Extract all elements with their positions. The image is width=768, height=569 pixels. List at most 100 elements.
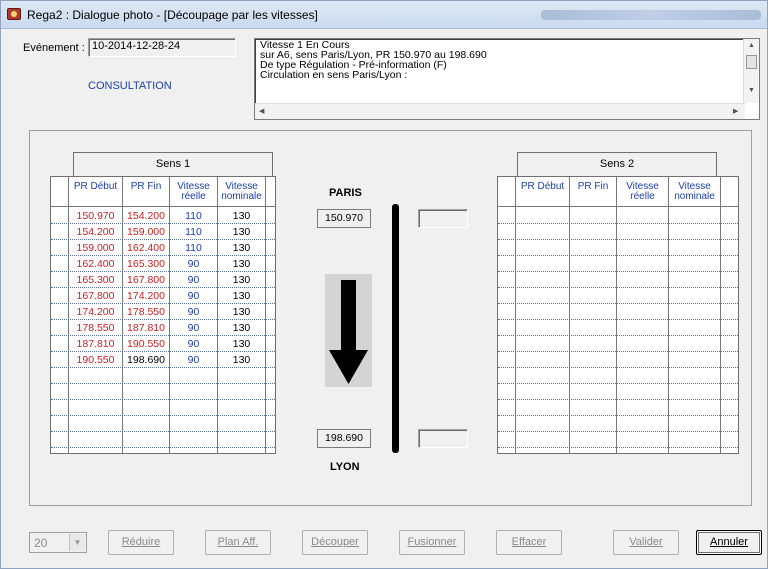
plan-aff-button-label: Plan Aff. bbox=[217, 536, 259, 548]
table-cell[interactable]: 90 bbox=[170, 320, 217, 336]
scroll-right-icon[interactable]: ▶ bbox=[733, 107, 738, 115]
grid-row-separator bbox=[51, 399, 275, 400]
table-cell[interactable]: 130 bbox=[218, 208, 265, 224]
pr-end-box: 198.690 bbox=[317, 429, 371, 448]
sens1-header: Sens 1 bbox=[73, 152, 273, 177]
scroll-left-icon[interactable]: ◀ bbox=[259, 107, 264, 115]
consultation-mode-label: CONSULTATION bbox=[88, 80, 172, 92]
table-cell[interactable]: 130 bbox=[218, 304, 265, 320]
table-cell[interactable]: 159.000 bbox=[123, 224, 169, 240]
table-cell[interactable]: 130 bbox=[218, 288, 265, 304]
grid-line bbox=[616, 177, 617, 453]
annuler-button[interactable]: Annuler bbox=[696, 530, 762, 555]
table-cell[interactable]: 167.800 bbox=[69, 288, 122, 304]
table-cell[interactable]: 110 bbox=[170, 208, 217, 224]
table-cell[interactable]: 165.300 bbox=[123, 256, 169, 272]
table-cell[interactable]: 150.970 bbox=[69, 208, 122, 224]
table-cell[interactable]: 130 bbox=[218, 224, 265, 240]
table-cell[interactable]: 162.400 bbox=[123, 240, 169, 256]
grid-row-separator bbox=[51, 383, 275, 384]
table-cell[interactable]: 130 bbox=[218, 240, 265, 256]
grid-row-separator bbox=[498, 255, 738, 256]
sens2-header: Sens 2 bbox=[517, 152, 717, 177]
grid-row-separator bbox=[498, 367, 738, 368]
table-cell[interactable]: 187.810 bbox=[69, 336, 122, 352]
valider-button[interactable]: Valider bbox=[613, 530, 679, 555]
decouper-button[interactable]: Découper bbox=[302, 530, 368, 555]
grid-row-separator bbox=[498, 319, 738, 320]
fusionner-button-label: Fusionner bbox=[407, 536, 457, 548]
grid-row-separator bbox=[498, 383, 738, 384]
effacer-button[interactable]: Effacer bbox=[496, 530, 562, 555]
table-cell[interactable]: 154.200 bbox=[123, 208, 169, 224]
sens1-grid[interactable]: PR Début PR Fin Vitesse réelle Vitesse nom… bbox=[50, 176, 276, 454]
table-cell[interactable]: 159.000 bbox=[69, 240, 122, 256]
table-cell[interactable]: 90 bbox=[170, 256, 217, 272]
col-pr-fin[interactable]: PR Fin bbox=[570, 182, 616, 192]
scroll-thumb[interactable] bbox=[746, 55, 757, 69]
title-bar: Rega2 : Dialogue photo - [Découpage par … bbox=[1, 1, 767, 29]
sens2-grid[interactable]: PR Début PR Fin Vitesse réelle Vitesse nom… bbox=[497, 176, 739, 454]
page-size-combo[interactable]: 20 ▼ bbox=[29, 532, 87, 553]
table-cell[interactable]: 162.400 bbox=[69, 256, 122, 272]
pr-end-edit[interactable] bbox=[418, 429, 468, 448]
chevron-down-icon[interactable]: ▼ bbox=[69, 534, 85, 551]
table-cell[interactable]: 130 bbox=[218, 336, 265, 352]
table-cell[interactable]: 190.550 bbox=[123, 336, 169, 352]
table-cell[interactable]: 130 bbox=[218, 352, 265, 368]
col-vitesse-reelle[interactable]: Vitesse réelle bbox=[170, 182, 217, 202]
table-cell[interactable]: 90 bbox=[170, 336, 217, 352]
table-cell[interactable]: 190.550 bbox=[69, 352, 122, 368]
road-axis-bar bbox=[392, 204, 399, 453]
grid-line bbox=[515, 177, 516, 453]
table-cell[interactable]: 154.200 bbox=[69, 224, 122, 240]
table-cell[interactable]: 174.200 bbox=[123, 288, 169, 304]
fusionner-button[interactable]: Fusionner bbox=[399, 530, 465, 555]
col-vitesse-nominale[interactable]: Vitesse nominale bbox=[669, 182, 720, 202]
grid-row-separator bbox=[51, 431, 275, 432]
description-horizontal-scrollbar[interactable]: ◀ ▶ bbox=[255, 103, 745, 119]
grid-row-separator bbox=[498, 303, 738, 304]
col-pr-debut[interactable]: PR Début bbox=[516, 182, 569, 192]
description-vertical-scrollbar[interactable]: ▲ ▼ bbox=[743, 39, 759, 103]
table-cell[interactable]: 174.200 bbox=[69, 304, 122, 320]
plan-aff-button[interactable]: Plan Aff. bbox=[205, 530, 271, 555]
dialog-window: Rega2 : Dialogue photo - [Découpage par … bbox=[0, 0, 768, 569]
grid-row-separator bbox=[498, 287, 738, 288]
table-cell[interactable]: 90 bbox=[170, 272, 217, 288]
col-pr-debut[interactable]: PR Début bbox=[69, 182, 122, 192]
table-cell[interactable]: 187.810 bbox=[123, 320, 169, 336]
table-cell[interactable]: 130 bbox=[218, 256, 265, 272]
pr-start-edit[interactable] bbox=[418, 209, 468, 228]
scroll-down-icon[interactable]: ▼ bbox=[748, 87, 755, 94]
table-cell[interactable]: 178.550 bbox=[123, 304, 169, 320]
table-cell[interactable]: 130 bbox=[218, 272, 265, 288]
reduire-button-label: Réduire bbox=[121, 536, 161, 548]
table-cell[interactable]: 110 bbox=[170, 224, 217, 240]
table-cell[interactable]: 198.690 bbox=[123, 352, 169, 368]
table-cell[interactable]: 90 bbox=[170, 288, 217, 304]
event-id-field: 10-2014-12-28-24 bbox=[88, 38, 236, 57]
col-vitesse-reelle[interactable]: Vitesse réelle bbox=[617, 182, 668, 202]
grid-line bbox=[668, 177, 669, 453]
table-cell[interactable]: 178.550 bbox=[69, 320, 122, 336]
grid-line bbox=[265, 177, 266, 453]
table-cell[interactable]: 165.300 bbox=[69, 272, 122, 288]
table-cell[interactable]: 167.800 bbox=[123, 272, 169, 288]
event-description-box[interactable]: Vitesse 1 En Cours sur A6, sens Paris/Ly… bbox=[254, 38, 760, 120]
table-cell[interactable]: 110 bbox=[170, 240, 217, 256]
table-cell[interactable]: 90 bbox=[170, 304, 217, 320]
combo-value: 20 bbox=[34, 536, 48, 550]
col-pr-fin[interactable]: PR Fin bbox=[123, 182, 169, 192]
scroll-up-icon[interactable]: ▲ bbox=[748, 42, 755, 49]
table-cell[interactable]: 90 bbox=[170, 352, 217, 368]
col-vitesse-nominale[interactable]: Vitesse nominale bbox=[218, 182, 265, 202]
grid-row-separator bbox=[498, 431, 738, 432]
grid-row-separator bbox=[498, 447, 738, 448]
decouper-button-label: Découper bbox=[311, 536, 359, 548]
reduire-button[interactable]: Réduire bbox=[108, 530, 174, 555]
table-cell[interactable]: 130 bbox=[218, 320, 265, 336]
title-bar-redacted bbox=[541, 10, 761, 20]
grid-row-separator bbox=[498, 223, 738, 224]
event-label: Evénement : bbox=[23, 42, 85, 54]
